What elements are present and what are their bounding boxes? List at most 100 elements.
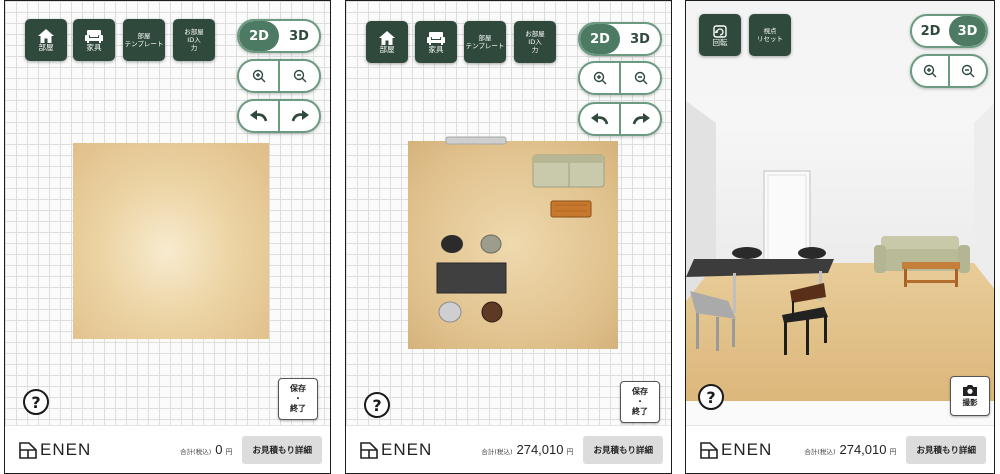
furniture-button[interactable]: 家具: [415, 21, 457, 63]
currency-unit: 円: [225, 448, 233, 456]
total-price: 合計(税込) 274,010 円: [481, 442, 573, 457]
room-button[interactable]: 部屋: [25, 19, 67, 61]
mode-3d-option[interactable]: 3D: [279, 21, 319, 51]
room-id-input-button[interactable]: お部屋 ID入 力: [173, 19, 215, 61]
furniture-button[interactable]: 家具: [73, 19, 115, 61]
redo-button[interactable]: [619, 104, 660, 134]
mode-2d-option[interactable]: 2D: [239, 21, 279, 51]
chair-top-view[interactable]: [481, 301, 503, 323]
sofa-top-view[interactable]: [532, 154, 605, 188]
save-exit-button[interactable]: 保存 ・ 終了: [278, 378, 318, 420]
help-button[interactable]: ?: [23, 389, 49, 415]
zoom-out-button[interactable]: [619, 63, 660, 93]
home-icon: [38, 28, 54, 43]
zoom-out-icon: [293, 69, 306, 83]
room-id-input-label: お部屋 ID入 力: [525, 30, 545, 54]
room-id-input-label: お部屋 ID入 力: [184, 28, 204, 52]
window-marker: [445, 136, 507, 145]
room-floor[interactable]: [73, 143, 269, 339]
room-id-input-button[interactable]: お部屋 ID入 力: [514, 21, 556, 63]
rotate-button[interactable]: 回転: [699, 14, 741, 56]
currency-unit: 円: [889, 448, 897, 456]
rotate-label: 回転: [712, 37, 728, 47]
photo-label: 撮影: [962, 398, 978, 407]
enen-logo-icon: [700, 441, 718, 459]
redo-button[interactable]: [278, 101, 319, 131]
zoom-in-icon: [252, 69, 265, 83]
enen-logo-icon: [19, 441, 37, 459]
mode-2d-option[interactable]: 2D: [912, 16, 949, 46]
coffee-table-top-view[interactable]: [550, 200, 592, 218]
furniture-label: 家具: [86, 42, 102, 52]
currency-unit: 円: [566, 448, 574, 456]
help-icon: ?: [372, 395, 382, 415]
zoom-in-button[interactable]: [580, 63, 619, 93]
footer-bar: ENEN 合計(税込) 274,010 円 お見積もり詳細: [346, 425, 671, 473]
room-template-button[interactable]: 部屋 テンプレート: [464, 21, 506, 63]
zoom-in-button[interactable]: [239, 61, 278, 91]
total-label: 合計(税込): [804, 448, 836, 456]
total-value: 0: [215, 442, 223, 457]
view-mode-toggle[interactable]: 2D 3D: [237, 19, 321, 53]
redo-icon: [632, 113, 650, 125]
zoom-controls: [910, 54, 988, 88]
total-label: 合計(税込): [180, 448, 212, 456]
total-value: 274,010: [839, 442, 887, 457]
room-template-button[interactable]: 部屋 テンプレート: [123, 19, 165, 61]
brand-logo: ENEN: [19, 440, 91, 460]
undo-icon: [590, 113, 608, 125]
home-icon: [379, 30, 395, 45]
help-icon: ?: [31, 392, 41, 412]
photo-button[interactable]: 撮影: [950, 376, 990, 416]
save-exit-button[interactable]: 保存 ・ 終了: [620, 381, 660, 423]
help-icon: ?: [706, 387, 716, 407]
brand-name: ENEN: [721, 439, 773, 459]
sofa-icon: [85, 29, 103, 43]
furniture-label: 家具: [428, 44, 444, 54]
zoom-out-button[interactable]: [278, 61, 319, 91]
sofa-icon: [427, 31, 445, 45]
mode-2d-option[interactable]: 2D: [580, 24, 620, 54]
mode-3d-option[interactable]: 3D: [620, 24, 660, 54]
pendant-chair-back: [798, 247, 826, 259]
footer-bar: ENEN 合計(税込) 0 円 お見積もり詳細: [5, 425, 330, 473]
dining-table-top-view[interactable]: [436, 262, 507, 294]
zoom-controls: [578, 61, 662, 95]
estimate-details-button[interactable]: お見積もり詳細: [906, 435, 986, 464]
room-template-label: 部屋 テンプレート: [124, 32, 164, 48]
undo-button[interactable]: [239, 101, 278, 131]
zoom-in-button[interactable]: [912, 56, 948, 86]
brand-name: ENEN: [381, 439, 433, 459]
chair-top-view[interactable]: [480, 234, 502, 254]
brand-name: ENEN: [40, 439, 92, 459]
view-mode-toggle[interactable]: 2D 3D: [578, 22, 662, 56]
view-reset-button[interactable]: 視点 リセット: [749, 14, 791, 56]
zoom-controls: [237, 59, 321, 93]
view-mode-toggle[interactable]: 2D 3D: [910, 14, 988, 48]
total-value: 274,010: [516, 442, 564, 457]
zoom-in-icon: [923, 64, 937, 78]
help-button[interactable]: ?: [364, 392, 390, 418]
chair-top-view[interactable]: [438, 301, 462, 323]
undo-button[interactable]: [580, 104, 619, 134]
mode-3d-option[interactable]: 3D: [949, 16, 986, 46]
estimate-details-button[interactable]: お見積もり詳細: [583, 435, 663, 464]
view-reset-label: 視点 リセット: [757, 27, 783, 43]
help-button[interactable]: ?: [698, 384, 724, 410]
room-button[interactable]: 部屋: [366, 21, 408, 63]
chair-top-view[interactable]: [441, 235, 463, 253]
total-price: 合計(税込) 0 円: [180, 442, 232, 457]
estimate-details-button[interactable]: お見積もり詳細: [242, 435, 322, 464]
total-label: 合計(税込): [481, 448, 513, 456]
redo-icon: [291, 110, 309, 122]
room-template-label: 部屋 テンプレート: [465, 34, 505, 50]
screen-2d-empty: 部屋 家具 部屋 テンプレート お部屋 ID入 力 2D 3D ? 保存 ・ 終…: [4, 0, 331, 474]
zoom-out-button[interactable]: [948, 56, 986, 86]
room-label: 部屋: [38, 42, 54, 52]
undo-icon: [249, 110, 267, 122]
zoom-in-icon: [593, 71, 606, 85]
room-label: 部屋: [379, 44, 395, 54]
enen-logo-icon: [360, 441, 378, 459]
rotate-icon: [713, 24, 727, 38]
footer-bar: ENEN 合計(税込) 274,010 円 お見積もり詳細: [686, 425, 994, 473]
